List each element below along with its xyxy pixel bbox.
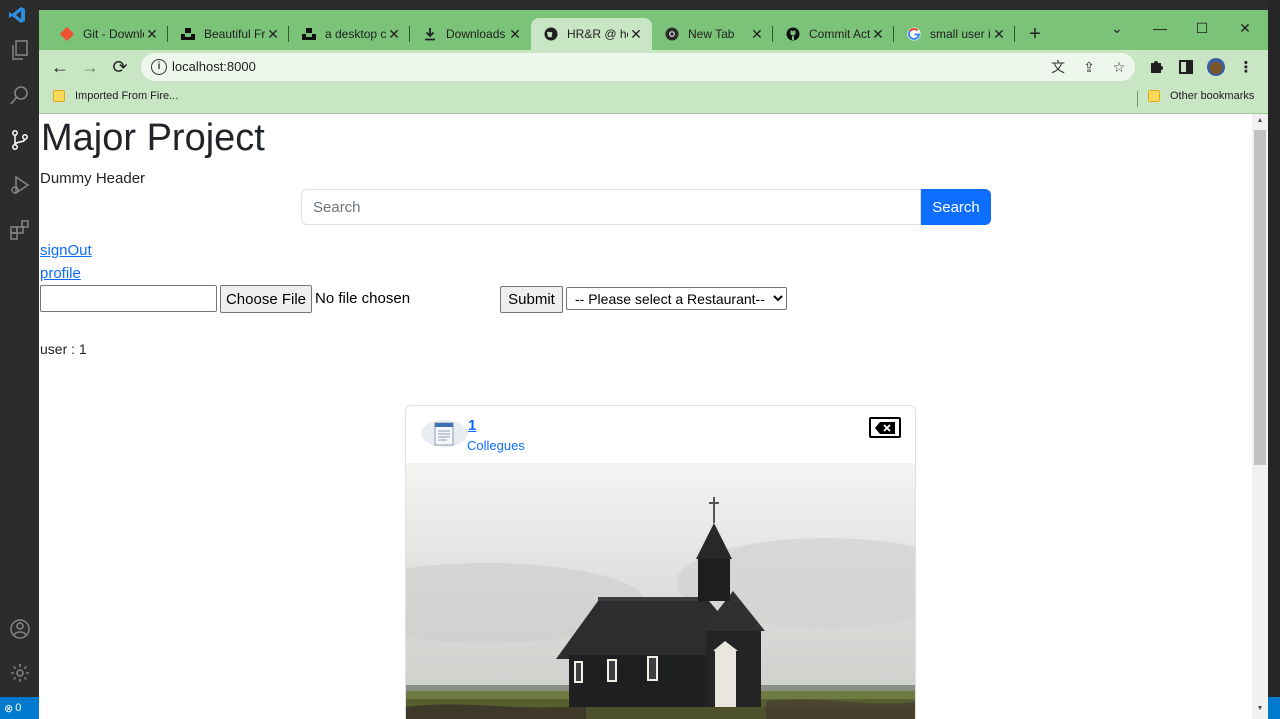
vscode-activity-bar — [0, 0, 39, 719]
sign-out-link[interactable]: signOut — [40, 242, 92, 259]
globe-icon — [543, 26, 559, 42]
tab-close-icon[interactable]: ✕ — [749, 26, 765, 43]
user-avatar — [421, 420, 468, 447]
profile-avatar-icon[interactable] — [1204, 55, 1228, 79]
chrome-icon — [664, 26, 680, 42]
git-icon — [59, 26, 75, 42]
post-subtitle: Collegues — [467, 438, 525, 453]
tab-commit-activity[interactable]: Commit Activity ✕ — [773, 18, 894, 50]
extensions-icon[interactable] — [8, 218, 32, 242]
minimize-icon[interactable]: — — [1140, 14, 1180, 42]
unsplash-icon — [180, 26, 196, 42]
tab-title: New Tab — [688, 27, 735, 41]
post-card-header: 1 Collegues — [406, 406, 915, 464]
tab-close-icon[interactable]: ✕ — [628, 26, 644, 43]
bookmark-label: Imported From Fire... — [75, 90, 179, 102]
window-close-icon[interactable]: ✕ — [1225, 14, 1265, 42]
tab-new-tab[interactable]: New Tab ✕ — [652, 18, 773, 50]
tab-title: a desktop computer — [325, 27, 386, 41]
tab-title: HR&R @ home — [567, 27, 628, 41]
tab-title: Downloads — [446, 27, 506, 41]
more-menu-icon[interactable]: ⋮ — [1234, 55, 1258, 79]
delete-post-button[interactable] — [869, 417, 901, 438]
source-control-icon[interactable] — [8, 128, 32, 152]
restaurant-select[interactable]: -- Please select a Restaurant-- — [566, 287, 787, 310]
search-icon[interactable] — [8, 83, 32, 107]
post-card: 1 Collegues — [405, 405, 916, 719]
tab-title: small user icon — [930, 27, 991, 41]
bookmarks-bar: Imported From Fire... Other bookmarks — [39, 84, 1268, 114]
browser-window: Git - Downloads ✕ Beautiful Free Images … — [39, 10, 1268, 719]
vscode-logo-icon — [8, 6, 26, 24]
url-text[interactable]: localhost:8000 — [172, 59, 256, 74]
tab-strip: Git - Downloads ✕ Beautiful Free Images … — [39, 10, 1268, 50]
page-title: Major Project — [41, 117, 265, 159]
search-button[interactable]: Search — [921, 189, 991, 225]
back-arrow-icon[interactable]: ← — [48, 55, 72, 79]
vscode-right-edge — [1268, 0, 1280, 719]
unsplash-icon — [301, 26, 317, 42]
bookmark-label: Other bookmarks — [1170, 90, 1255, 102]
explorer-icon[interactable] — [8, 38, 32, 62]
vscode-status-bar[interactable]: ⊗ 0 — [0, 697, 39, 719]
site-info-icon[interactable]: i — [151, 59, 167, 75]
browser-toolbar: ← → ⟳ i localhost:8000 文 ⇪ ☆ ⋮ — [39, 50, 1268, 84]
bookmark-other[interactable]: Other bookmarks — [1148, 90, 1254, 102]
tab-git[interactable]: Git - Downloads ✕ — [47, 18, 168, 50]
vertical-scrollbar[interactable]: ▲ ▼ — [1252, 114, 1268, 719]
google-icon — [906, 26, 922, 42]
tab-search-chevron-icon[interactable]: ⌄ — [1097, 14, 1137, 42]
folder-icon — [1148, 90, 1160, 102]
translate-icon[interactable]: 文 — [1048, 57, 1068, 77]
tab-close-icon[interactable]: ✕ — [991, 26, 1007, 43]
run-debug-icon[interactable] — [8, 173, 32, 197]
tab-close-icon[interactable]: ✕ — [144, 26, 160, 43]
accounts-icon[interactable] — [8, 617, 32, 641]
backspace-delete-icon — [875, 421, 895, 434]
tab-title: Beautiful Free Images — [204, 27, 265, 41]
github-icon — [785, 26, 801, 42]
address-bar[interactable]: i localhost:8000 文 ⇪ ☆ — [141, 53, 1135, 81]
bookmark-imported[interactable]: Imported From Fire... — [53, 90, 178, 102]
scrollbar-thumb[interactable] — [1254, 130, 1266, 465]
tab-desktop-computer[interactable]: a desktop computer ✕ — [289, 18, 410, 50]
error-icon: ⊗ — [4, 702, 14, 715]
profile-link[interactable]: profile — [40, 265, 81, 282]
tab-title: Git - Downloads — [83, 27, 144, 41]
tab-small-user-icon[interactable]: small user icon ✕ — [894, 18, 1015, 50]
tab-close-icon[interactable]: ✕ — [265, 26, 281, 43]
search-input[interactable] — [301, 189, 921, 225]
settings-gear-icon[interactable] — [8, 661, 32, 685]
scroll-down-arrow-icon[interactable]: ▼ — [1255, 705, 1265, 715]
submit-button[interactable]: Submit — [500, 286, 563, 313]
no-file-label: No file chosen — [315, 290, 411, 307]
post-user-link[interactable]: 1 — [468, 417, 476, 434]
error-count: 0 — [15, 702, 22, 714]
scroll-up-arrow-icon[interactable]: ▲ — [1255, 117, 1265, 127]
page-content: Major Project Dummy Header Search signOu… — [39, 114, 1268, 719]
tab-close-icon[interactable]: ✕ — [507, 26, 523, 43]
new-tab-plus-icon[interactable]: + — [1023, 22, 1047, 46]
reload-icon[interactable]: ⟳ — [108, 55, 132, 79]
choose-file-button[interactable]: Choose File — [220, 285, 312, 313]
tab-beautiful-free-images[interactable]: Beautiful Free Images ✕ — [168, 18, 289, 50]
bookmark-star-icon[interactable]: ☆ — [1109, 57, 1129, 77]
folder-icon — [53, 90, 65, 102]
tab-hrr-active[interactable]: HR&R @ home ✕ — [531, 18, 652, 50]
tab-downloads[interactable]: Downloads ✕ — [410, 18, 531, 50]
extensions-puzzle-icon[interactable] — [1144, 55, 1168, 79]
tab-close-icon[interactable]: ✕ — [870, 26, 886, 43]
tab-close-icon[interactable]: ✕ — [386, 26, 402, 43]
side-panel-icon[interactable] — [1174, 55, 1198, 79]
download-icon — [422, 26, 438, 42]
upload-text-input[interactable] — [40, 285, 217, 312]
user-id-text: user : 1 — [40, 341, 87, 357]
post-image-church — [406, 463, 915, 719]
tab-title: Commit Activity — [809, 27, 870, 41]
share-icon[interactable]: ⇪ — [1079, 57, 1099, 77]
forward-arrow-icon[interactable]: → — [78, 55, 102, 79]
maximize-icon[interactable]: ☐ — [1182, 14, 1222, 42]
dummy-header: Dummy Header — [40, 170, 146, 187]
